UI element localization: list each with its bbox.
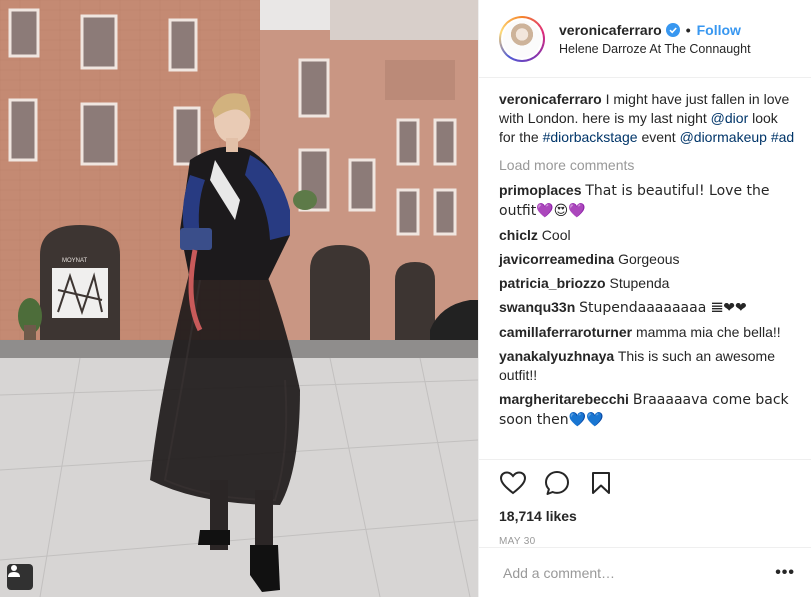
verified-badge-icon (665, 22, 680, 37)
like-button[interactable] (499, 469, 527, 497)
person-tag-icon (8, 565, 20, 577)
comment-item: javicorreamedina Gorgeous (499, 250, 795, 269)
comment-item: yanakalyuzhnaya This is such an awesome … (499, 347, 795, 385)
post-date[interactable]: MAY 30 (499, 536, 795, 547)
comment-item: camillaferraroturner mamma mia che bella… (499, 323, 795, 342)
comment-button[interactable] (543, 469, 571, 497)
bookmark-icon (592, 472, 610, 494)
hashtag-link[interactable]: #diorbackstage (543, 129, 638, 145)
comment-text: Stupenda (609, 275, 670, 291)
comment-item: swanqu33n Stupendaaaaaaaa 𝌆❤❤ (499, 298, 795, 318)
comment-text: mamma mia che bella!! (635, 324, 781, 340)
comment-username[interactable]: camillaferraroturner (499, 324, 632, 340)
author-username[interactable]: veronicaferraro (559, 22, 662, 38)
comment-username[interactable]: primoplaces (499, 182, 581, 198)
comment-username[interactable]: javicorreamedina (499, 251, 614, 267)
heart-icon (500, 471, 526, 495)
avatar-image (503, 19, 541, 58)
header-text: veronicaferraro • Follow Helene Darroze … (559, 22, 751, 56)
street-scene-illustration: MOYNAT (0, 0, 478, 597)
separator-dot: • (685, 21, 691, 38)
comments-section: veronicaferraro I might have just fallen… (479, 78, 811, 459)
post-caption: veronicaferraro I might have just fallen… (499, 90, 795, 147)
mention-link[interactable]: @dior (711, 110, 749, 126)
comment-item: patricia_briozzo Stupenda (499, 274, 795, 293)
hashtag-link[interactable]: #ad (771, 129, 794, 145)
add-comment-bar: ••• (479, 547, 811, 597)
load-more-comments-button[interactable]: Load more comments (499, 157, 795, 173)
post-actions: 18,714 likes MAY 30 ••• (479, 459, 811, 597)
caption-username[interactable]: veronicaferraro (499, 91, 602, 107)
caption-text: event (641, 129, 676, 145)
instagram-post: MOYNAT veronicaferraro • Follow Helene D… (0, 0, 811, 597)
comment-item: chiclz Cool (499, 226, 795, 245)
post-side-panel: veronicaferraro • Follow Helene Darroze … (478, 0, 811, 597)
more-options-button[interactable]: ••• (775, 564, 795, 582)
comment-text: Gorgeous (618, 251, 680, 267)
post-photo[interactable]: MOYNAT (0, 0, 478, 597)
tagged-people-button[interactable] (7, 564, 33, 590)
comment-username[interactable]: patricia_briozzo (499, 275, 606, 291)
comment-username[interactable]: swanqu33n (499, 299, 575, 315)
comment-bubble-icon (545, 471, 569, 495)
comment-item: primoplaces That is beautiful! Love the … (499, 181, 795, 221)
action-icons (499, 460, 795, 506)
shop-sign-text: MOYNAT (62, 258, 88, 264)
add-comment-input[interactable] (503, 564, 776, 581)
comment-username[interactable]: yanakalyuzhnaya (499, 348, 614, 364)
likes-count[interactable]: 18,714 likes (499, 508, 795, 524)
post-header: veronicaferraro • Follow Helene Darroze … (479, 0, 811, 78)
location-link[interactable]: Helene Darroze At The Connaught (559, 42, 751, 56)
comment-text: Cool (541, 227, 571, 243)
avatar[interactable] (499, 15, 545, 62)
follow-button[interactable]: Follow (697, 22, 741, 38)
save-button[interactable] (587, 469, 615, 497)
comment-text: Stupendaaaaaaaa 𝌆❤❤ (579, 300, 747, 316)
comment-username[interactable]: margheritarebecchi (499, 391, 629, 407)
comment-item: margheritarebecchi Braaaaava come back s… (499, 390, 795, 430)
mention-link[interactable]: @diormakeup (680, 129, 767, 145)
comment-username[interactable]: chiclz (499, 227, 538, 243)
